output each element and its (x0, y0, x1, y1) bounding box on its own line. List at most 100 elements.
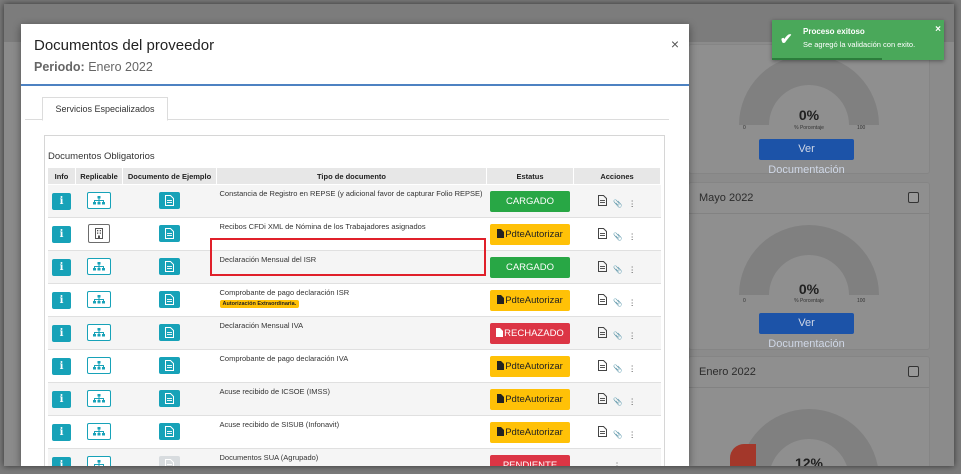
replicable-cell (75, 415, 123, 449)
more-options-icon[interactable]: ⋮ (628, 298, 636, 307)
ver-documentacion-button[interactable]: Ver Documentación (759, 139, 854, 176)
example-document-icon[interactable] (159, 356, 180, 374)
file-icon[interactable] (598, 260, 608, 274)
example-document-cell (122, 316, 217, 350)
info-cell: i (47, 250, 76, 284)
file-icon[interactable] (598, 293, 608, 307)
actions-cell: 📎 ⋮ (573, 415, 661, 449)
actions-cell: 📎 ⋮ (573, 184, 661, 218)
status-rechazado[interactable]: RECHAZADO (490, 322, 570, 344)
period-label: Periodo: (34, 60, 85, 74)
document-type-label: Recibos CFDi XML de Nómina de los Trabaj… (219, 222, 426, 231)
example-document-icon[interactable] (159, 389, 180, 407)
paperclip-icon[interactable]: 📎 (613, 232, 622, 241)
sitemap-icon[interactable] (87, 191, 111, 209)
documents-panel: Documentos Obligatorios Info Replicable … (44, 135, 665, 466)
example-document-icon[interactable] (159, 422, 180, 440)
card-checkbox[interactable] (908, 192, 919, 203)
info-button[interactable]: i (52, 324, 71, 342)
status-pendiente[interactable]: PENDIENTE (490, 454, 570, 466)
example-document-icon[interactable] (159, 257, 180, 275)
column-header-estatus: Estatus (486, 167, 574, 185)
example-document-icon[interactable] (159, 290, 180, 308)
file-icon[interactable] (598, 392, 608, 406)
status-cell: PdteAutorizar (486, 382, 574, 416)
ver-documentacion-button[interactable]: Ver Documentación (759, 313, 854, 350)
example-document-icon[interactable] (159, 191, 180, 209)
card-header: Mayo 2022 (689, 183, 929, 214)
table-row: i Acuse recibido de ICSOE (IMSS) PdteAutor… (47, 382, 661, 416)
column-header-tipo-documento: Tipo de documento (216, 167, 487, 185)
more-options-icon[interactable]: ⋮ (628, 364, 636, 373)
check-icon: ✔ (780, 31, 793, 48)
paperclip-icon[interactable]: 📎 (613, 397, 622, 406)
file-icon[interactable] (598, 194, 608, 208)
sitemap-icon[interactable] (87, 356, 111, 374)
document-type-label: Constancia de Registro en REPSE (y adici… (219, 189, 483, 198)
table-row: i Constancia de Registro en REPSE (y adic… (47, 184, 661, 218)
example-document-icon (159, 455, 180, 466)
building-icon[interactable] (88, 223, 110, 243)
status-pendiente-autorizar[interactable]: PdteAutorizar (490, 355, 570, 377)
paperclip-icon[interactable]: 📎 (613, 331, 622, 340)
document-type-label: Declaración Mensual IVA (219, 321, 304, 330)
status-label: PdteAutorizar (505, 228, 563, 240)
info-button[interactable]: i (52, 456, 71, 466)
document-type-label: Acuse recibido de SISUB (Infonavit) (219, 420, 340, 429)
paperclip-icon[interactable]: 📎 (613, 265, 622, 274)
paperclip-icon[interactable]: 📎 (613, 430, 622, 439)
column-header-info: Info (47, 167, 76, 185)
info-button[interactable]: i (52, 258, 71, 276)
screenshot-frame: 0% % Porcentaje 0 100 Ver Documentación … (4, 4, 954, 466)
table-row: i Declaración Mensual IVA RECHAZADO 📎 ⋮ (47, 316, 661, 350)
status-pendiente-autorizar[interactable]: PdteAutorizar (490, 388, 570, 410)
info-button[interactable]: i (52, 390, 71, 408)
more-options-icon[interactable]: ⋮ (628, 430, 636, 439)
example-document-cell (122, 349, 217, 383)
status-cell: CARGADO (486, 250, 574, 284)
modal-title: Documentos del proveedor (34, 37, 215, 54)
more-options-icon[interactable]: ⋮ (628, 232, 636, 241)
file-icon[interactable] (598, 326, 608, 340)
sitemap-icon[interactable] (87, 455, 111, 466)
info-button[interactable]: i (52, 291, 71, 309)
status-cargado[interactable]: CARGADO (490, 190, 570, 212)
modal-close-button[interactable]: × (671, 36, 679, 52)
more-options-icon[interactable]: ⋮ (628, 331, 636, 340)
sitemap-icon[interactable] (87, 422, 111, 440)
more-options-icon[interactable]: ⋮ (613, 461, 621, 467)
tab-servicios-especializados[interactable]: Servicios Especializados (42, 97, 168, 121)
sitemap-icon[interactable] (87, 257, 111, 275)
info-cell: i (47, 316, 76, 350)
status-cargado[interactable]: CARGADO (490, 256, 570, 278)
info-button[interactable]: i (52, 357, 71, 375)
table-row: i Comprobante de pago declaración ISR Auto… (47, 283, 661, 317)
example-document-icon[interactable] (159, 224, 180, 242)
file-icon[interactable] (598, 359, 608, 373)
info-button[interactable]: i (52, 192, 71, 210)
status-pendiente-autorizar[interactable]: PdteAutorizar (490, 421, 570, 443)
file-icon[interactable] (598, 425, 608, 439)
status-pendiente-autorizar[interactable]: PdteAutorizar (490, 289, 570, 311)
status-pendiente-autorizar[interactable]: PdteAutorizar (490, 223, 570, 245)
card-checkbox[interactable] (908, 366, 919, 377)
table-header-row: Info Replicable Documento de Ejemplo Tip… (47, 167, 661, 185)
sitemap-icon[interactable] (87, 389, 111, 407)
info-cell: i (47, 349, 76, 383)
info-button[interactable]: i (52, 225, 71, 243)
more-options-icon[interactable]: ⋮ (628, 199, 636, 208)
toast-close-button[interactable]: × (935, 24, 941, 35)
column-header-replicable: Replicable (75, 167, 123, 185)
file-icon[interactable] (598, 227, 608, 241)
paperclip-icon[interactable]: 📎 (613, 364, 622, 373)
example-document-cell (122, 448, 217, 466)
sitemap-icon[interactable] (87, 290, 111, 308)
paperclip-icon[interactable]: 📎 (613, 199, 622, 208)
example-document-icon[interactable] (159, 323, 180, 341)
paperclip-icon[interactable]: 📎 (613, 298, 622, 307)
info-button[interactable]: i (52, 423, 71, 441)
sitemap-icon[interactable] (87, 323, 111, 341)
more-options-icon[interactable]: ⋮ (628, 397, 636, 406)
gauge-min: 0 (743, 298, 746, 304)
more-options-icon[interactable]: ⋮ (628, 265, 636, 274)
